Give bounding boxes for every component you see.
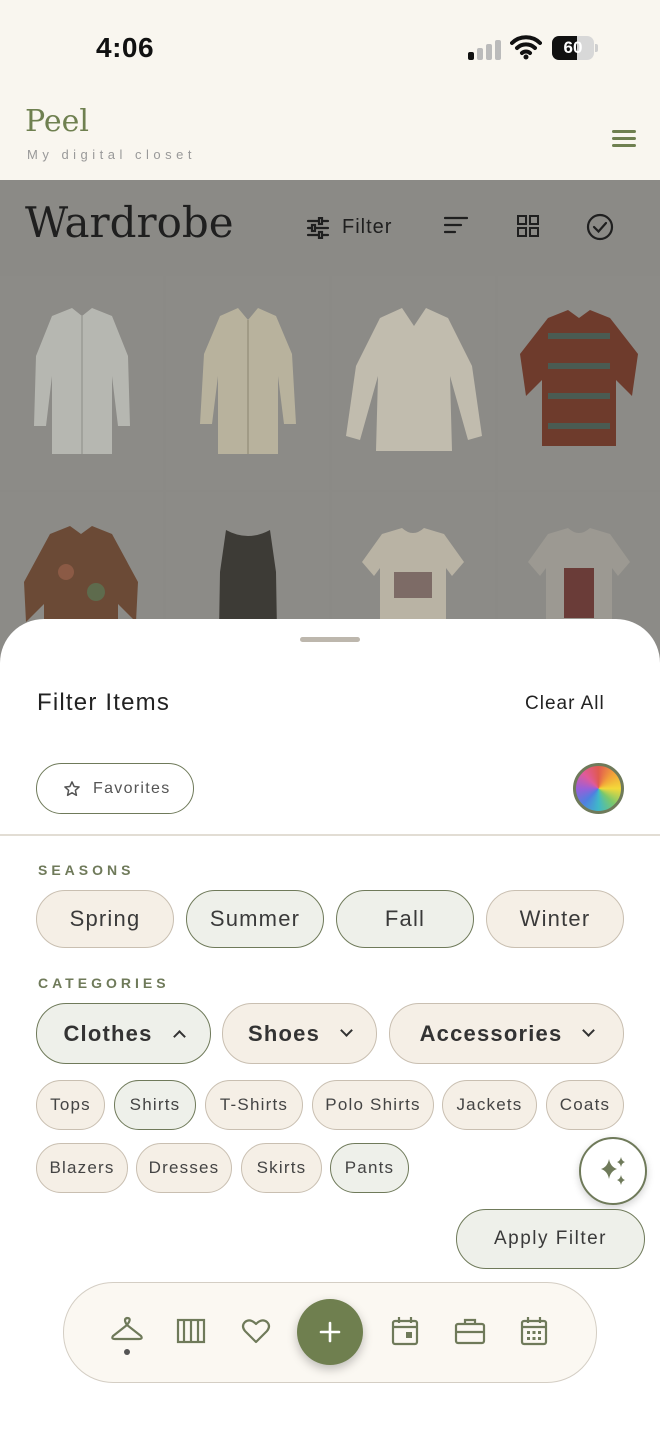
chip-label: Clothes	[63, 1020, 153, 1046]
subcategory-chip-dresses[interactable]: Dresses	[136, 1143, 232, 1193]
filter-label: Filter	[342, 216, 393, 238]
sheet-title: Filter Items	[37, 689, 171, 716]
chevron-down-icon	[582, 1024, 596, 1037]
divider	[0, 834, 660, 836]
wardrobe-icon[interactable]	[171, 1311, 211, 1351]
category-chip-accessories[interactable]: Accessories	[389, 1003, 624, 1064]
apply-filter-button[interactable]: Apply Filter	[456, 1209, 645, 1269]
battery-percent: 60	[563, 38, 583, 57]
subcategory-chip-polo-shirts[interactable]: Polo Shirts	[312, 1080, 434, 1130]
filter-button[interactable]: Filter	[306, 216, 392, 239]
chip-label: Winter	[519, 906, 591, 931]
chip-label: Jackets	[456, 1095, 523, 1114]
category-chip-shoes[interactable]: Shoes	[222, 1003, 377, 1064]
hamburger-menu-icon[interactable]	[606, 126, 640, 152]
chip-label: Tops	[50, 1095, 91, 1114]
chevron-down-icon	[340, 1024, 353, 1037]
wifi-icon	[510, 35, 542, 60]
wardrobe-grid	[0, 276, 660, 706]
sheet-grabber[interactable]	[300, 637, 360, 642]
chip-label: Skirts	[256, 1158, 307, 1177]
subcategory-chip-shirts[interactable]: Shirts	[114, 1080, 196, 1130]
add-item-button[interactable]	[297, 1299, 363, 1365]
favorites-toggle[interactable]: Favorites	[36, 763, 194, 814]
chip-label: Fall	[384, 906, 426, 931]
heart-icon[interactable]	[236, 1311, 276, 1351]
chevron-up-icon	[172, 1029, 186, 1043]
ai-assist-button[interactable]	[579, 1137, 647, 1205]
wardrobe-item[interactable]	[498, 276, 660, 490]
subcategory-chip-t-shirts[interactable]: T-Shirts	[205, 1080, 303, 1130]
wardrobe-item[interactable]	[0, 276, 163, 490]
select-check-icon[interactable]	[586, 213, 614, 241]
page-title: Wardrobe	[25, 198, 234, 247]
subcategory-chip-jackets[interactable]: Jackets	[442, 1080, 537, 1130]
active-indicator	[124, 1349, 130, 1355]
season-chip-spring[interactable]: Spring	[36, 890, 174, 948]
sliders-icon	[306, 216, 330, 239]
subcategory-chip-blazers[interactable]: Blazers	[36, 1143, 128, 1193]
season-chip-summer[interactable]: Summer	[186, 890, 324, 948]
chip-label: Polo Shirts	[325, 1095, 421, 1114]
clear-all-button[interactable]: Clear All	[525, 693, 605, 715]
chip-label: Coats	[559, 1095, 611, 1114]
wardrobe-view: Wardrobe Filter	[0, 180, 660, 706]
subcategory-chip-skirts[interactable]: Skirts	[241, 1143, 322, 1193]
subcategory-chip-coats[interactable]: Coats	[546, 1080, 624, 1130]
calendar-single-icon[interactable]	[385, 1311, 425, 1351]
grid-view-icon[interactable]	[516, 214, 540, 238]
season-chip-winter[interactable]: Winter	[486, 890, 624, 948]
status-bar: 4:06 60	[0, 0, 660, 100]
chip-label: Spring	[69, 906, 141, 931]
season-chip-fall[interactable]: Fall	[336, 890, 474, 948]
favorites-label: Favorites	[93, 779, 171, 797]
star-icon	[64, 780, 80, 796]
app-logo: Peel	[25, 104, 89, 139]
wardrobe-item[interactable]	[332, 276, 495, 490]
chip-label: T-Shirts	[219, 1095, 289, 1114]
calendar-grid-icon[interactable]	[514, 1311, 554, 1351]
subcategory-chip-tops[interactable]: Tops	[36, 1080, 105, 1130]
chip-label: Blazers	[49, 1158, 115, 1177]
plus-icon	[319, 1321, 341, 1343]
chip-label: Summer	[209, 906, 301, 931]
app-header: Peel My digital closet	[0, 100, 660, 180]
cellular-signal-icon	[468, 38, 502, 60]
sparkles-icon	[601, 1157, 625, 1185]
bottom-nav	[63, 1282, 597, 1383]
wardrobe-item[interactable]	[166, 276, 329, 490]
color-picker-button[interactable]	[573, 763, 624, 814]
app-tagline: My digital closet	[27, 147, 196, 162]
suitcase-icon[interactable]	[450, 1311, 490, 1351]
chip-label: Dresses	[148, 1158, 220, 1177]
hanger-icon[interactable]	[107, 1311, 147, 1351]
status-time: 4:06	[96, 32, 155, 63]
chip-label: Pants	[344, 1158, 395, 1177]
subcategory-chip-pants[interactable]: Pants	[330, 1143, 409, 1193]
category-chip-clothes[interactable]: Clothes	[36, 1003, 211, 1064]
chip-label: Shoes	[247, 1020, 321, 1046]
chip-label: Shirts	[129, 1095, 181, 1114]
seasons-label: SEASONS	[38, 862, 135, 878]
chip-label: Accessories	[419, 1020, 563, 1046]
sort-icon[interactable]	[444, 214, 468, 236]
categories-label: CATEGORIES	[38, 975, 170, 991]
battery-icon: 60	[552, 36, 598, 60]
